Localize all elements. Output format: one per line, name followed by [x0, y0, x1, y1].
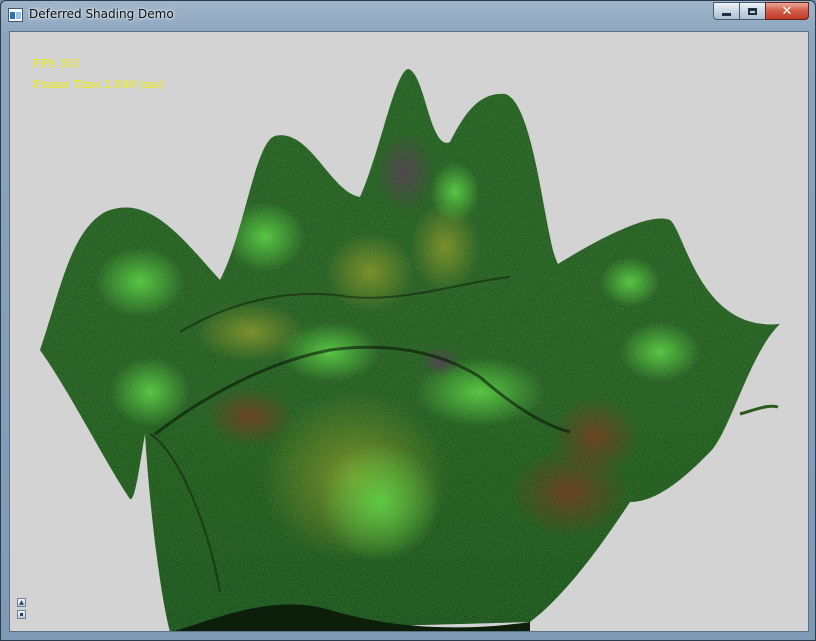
viewport-corner-controls: ▲ ▪ — [17, 598, 26, 622]
maximize-icon — [748, 7, 757, 15]
close-button[interactable]: ✕ — [765, 2, 809, 20]
window-title: Deferred Shading Demo — [29, 7, 174, 21]
scroll-up-icon[interactable]: ▲ — [17, 598, 26, 607]
app-window: Deferred Shading Demo ✕ FPS 351 Frame Ti… — [0, 0, 816, 641]
close-icon: ✕ — [781, 3, 793, 19]
minimize-icon — [722, 12, 731, 16]
maximize-button[interactable] — [739, 2, 765, 20]
frame-time-readout: Frame Time 2.849 (ms) — [33, 78, 164, 91]
application-window-icon[interactable] — [8, 8, 23, 22]
caption-buttons: ✕ — [713, 2, 809, 22]
settings-toggle-icon[interactable]: ▪ — [17, 610, 26, 619]
title-bar[interactable]: Deferred Shading Demo ✕ — [1, 1, 815, 30]
rendered-wave-surface — [40, 69, 780, 631]
render-viewport[interactable]: FPS 351 Frame Time 2.849 (ms) ▲ ▪ — [9, 31, 809, 632]
fps-readout: FPS 351 — [33, 57, 81, 70]
minimize-button[interactable] — [713, 2, 739, 20]
